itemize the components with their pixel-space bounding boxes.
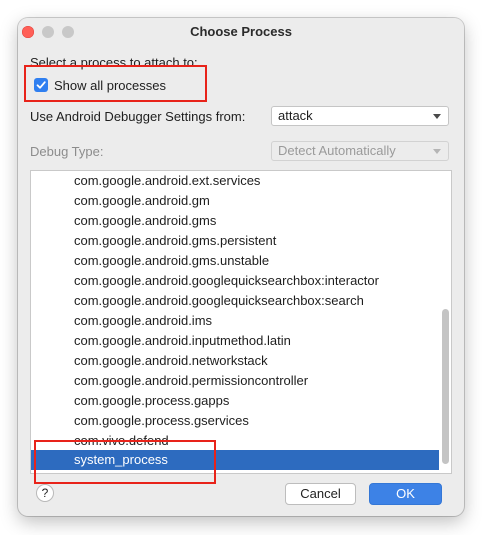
process-list[interactable]: com.google.android.ext.services com.goog… [30, 170, 452, 474]
debug-type-value: Detect Automatically [278, 143, 396, 158]
list-item[interactable]: com.google.android.networkstack [31, 351, 439, 371]
annotation-box-show-all [24, 65, 207, 102]
list-item[interactable]: com.google.android.googlequicksearchbox:… [31, 271, 439, 291]
chevron-down-icon [433, 149, 441, 154]
list-item[interactable]: com.google.android.permissioncontroller [31, 371, 439, 391]
list-item[interactable]: com.google.android.gm [31, 191, 439, 211]
debugger-settings-label: Use Android Debugger Settings from: [30, 109, 246, 124]
list-item[interactable]: com.google.android.gms.unstable [31, 251, 439, 271]
debugger-settings-value: attack [278, 108, 313, 123]
dialog-title: Choose Process [190, 24, 292, 39]
list-item[interactable]: com.google.android.gms [31, 211, 439, 231]
title-bar: Choose Process [18, 18, 464, 46]
help-button[interactable]: ? [36, 484, 54, 502]
list-scrollbar[interactable] [442, 309, 449, 464]
list-item[interactable]: com.google.android.gms.persistent [31, 231, 439, 251]
debug-type-dropdown: Detect Automatically [271, 141, 449, 161]
list-item[interactable]: com.google.android.ims [31, 311, 439, 331]
list-item[interactable]: com.google.android.googlequicksearchbox:… [31, 291, 439, 311]
list-item[interactable]: com.google.android.inputmethod.latin [31, 331, 439, 351]
ok-button[interactable]: OK [369, 483, 442, 505]
cancel-button[interactable]: Cancel [285, 483, 356, 505]
debug-type-label: Debug Type: [30, 144, 104, 159]
chevron-down-icon [433, 114, 441, 119]
list-item[interactable]: com.google.process.gservices [31, 411, 439, 431]
annotation-box-system-process [34, 440, 216, 484]
list-item[interactable]: com.google.process.gapps [31, 391, 439, 411]
list-item[interactable]: com.google.android.ext.services [31, 171, 439, 191]
debugger-settings-dropdown[interactable]: attack [271, 106, 449, 126]
